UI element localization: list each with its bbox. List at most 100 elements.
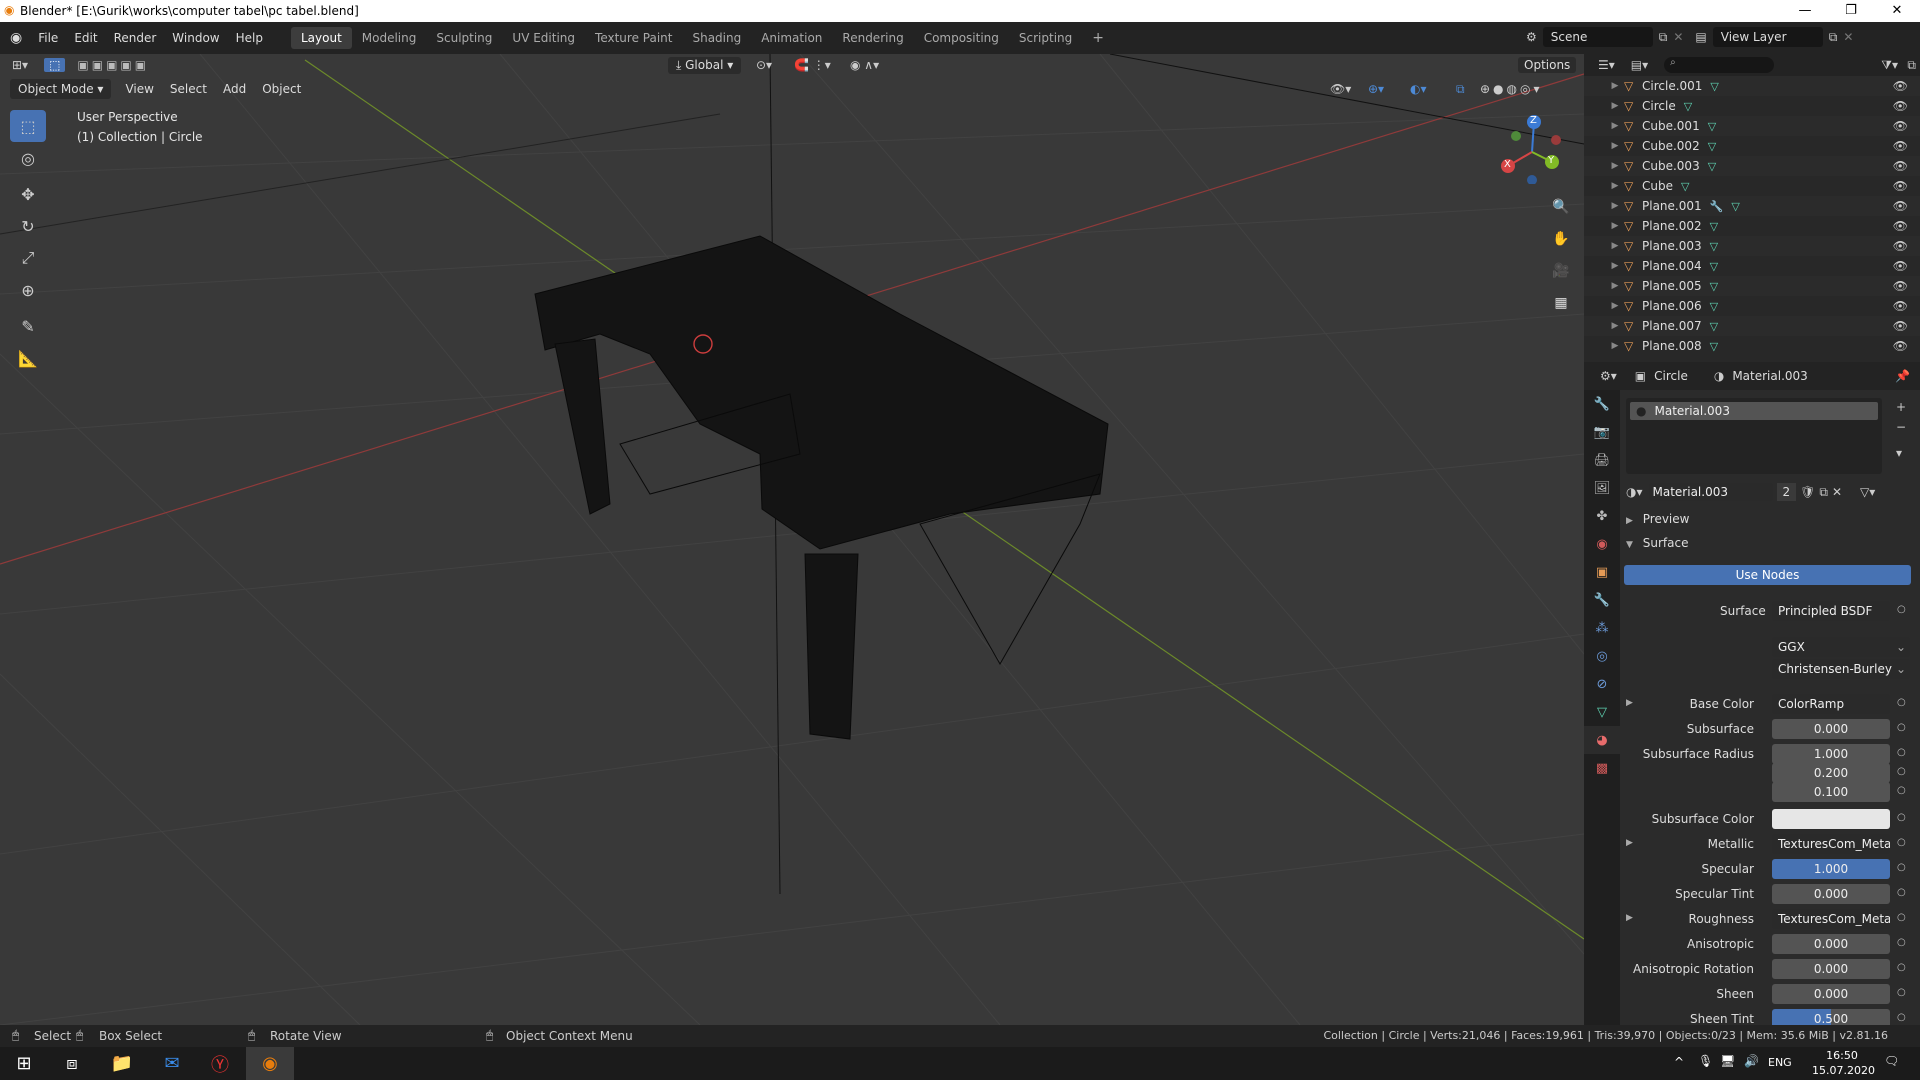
expand-icon[interactable]: ▶	[1606, 281, 1624, 291]
clock-date[interactable]: 15.07.2020	[1812, 1064, 1875, 1077]
menu-file[interactable]: File	[30, 31, 66, 45]
visibility-eye-icon[interactable]: 👁	[1893, 139, 1908, 153]
visibility-eye-icon[interactable]: 👁	[1893, 279, 1908, 293]
mesh-data-icon[interactable]: ▽	[1731, 200, 1739, 213]
input-link-dot[interactable]: ○	[1897, 812, 1906, 823]
mesh-data-icon[interactable]: ▽	[1710, 300, 1718, 313]
users-count[interactable]: 2	[1776, 483, 1797, 501]
scene-field[interactable]: Scene	[1542, 27, 1653, 47]
slot-specials-icon[interactable]: ▾	[1896, 446, 1902, 460]
outliner-item[interactable]: ▶ ▽ Plane.003 ▽ 👁	[1584, 236, 1920, 256]
remove-slot-icon[interactable]: −	[1896, 420, 1906, 434]
add-workspace-icon[interactable]: +	[1082, 26, 1114, 50]
duplicate-material-icon[interactable]: ⧉	[1819, 485, 1828, 500]
mail-icon[interactable]: ✉	[148, 1047, 196, 1080]
outliner-item-name[interactable]: Plane.005	[1642, 279, 1702, 293]
mesh-data-icon[interactable]: ▽	[1710, 320, 1718, 333]
outliner-item-name[interactable]: Circle	[1642, 99, 1676, 113]
menu-window[interactable]: Window	[164, 31, 227, 45]
mesh-data-icon[interactable]: ▽	[1708, 120, 1716, 133]
distribution-dropdown[interactable]: GGX ⌄	[1772, 637, 1910, 657]
input-link-dot[interactable]: ○	[1897, 837, 1906, 848]
fake-user-icon[interactable]: 🛡	[1800, 485, 1815, 499]
scale-tool-icon[interactable]: ⤢	[10, 242, 46, 274]
minimize-button[interactable]: —	[1782, 0, 1828, 22]
render-tab-icon[interactable]: 📷	[1584, 418, 1620, 446]
property-value-field[interactable]	[1772, 809, 1890, 829]
outliner-item-name[interactable]: Plane.003	[1642, 239, 1702, 253]
mesh-data-icon[interactable]: ▽	[1710, 220, 1718, 233]
overlays-icon[interactable]: ◐▾	[1410, 82, 1427, 96]
language-indicator[interactable]: ENG	[1768, 1056, 1792, 1069]
input-link-dot[interactable]: ○	[1897, 722, 1906, 733]
header-menu-object[interactable]: Object	[254, 80, 309, 98]
add-slot-icon[interactable]: +	[1896, 400, 1906, 414]
xray-icon[interactable]: ⧉	[1456, 82, 1465, 97]
input-link-dot[interactable]: ○	[1897, 937, 1906, 948]
move-tool-icon[interactable]: ✥	[10, 178, 46, 210]
tab-scripting[interactable]: Scripting	[1009, 27, 1082, 49]
expand-icon[interactable]: ▶	[1606, 341, 1624, 351]
outliner-item-name[interactable]: Plane.006	[1642, 299, 1702, 313]
tool-tab-icon[interactable]: 🔧	[1584, 390, 1620, 418]
outliner-item[interactable]: ▶ ▽ Cube ▽ 👁	[1584, 176, 1920, 196]
selection-mode-icons[interactable]: ▣▣▣▣▣	[77, 58, 149, 72]
options-dropdown[interactable]: Options	[1518, 57, 1577, 73]
material-slot-list[interactable]: ● Material.003	[1626, 398, 1882, 474]
zoom-icon[interactable]: 🔍	[1547, 193, 1575, 221]
close-button[interactable]: ✕	[1874, 0, 1920, 22]
visibility-icon[interactable]: 👁▾	[1330, 82, 1351, 96]
input-link-dot[interactable]: ○	[1897, 1012, 1906, 1023]
physics-tab-icon[interactable]: ◎	[1584, 642, 1620, 670]
microphone-icon[interactable]: 🎙	[1698, 1054, 1713, 1068]
scene-tab-icon[interactable]: ✤	[1584, 502, 1620, 530]
transform-orientation-dropdown[interactable]: ⤓ Global ▾	[668, 56, 742, 74]
pin-icon[interactable]: 📌	[1895, 369, 1910, 383]
network-icon[interactable]: 🖥	[1720, 1054, 1735, 1068]
visibility-eye-icon[interactable]: 👁	[1893, 339, 1908, 353]
input-expand-icon[interactable]: ▶	[1626, 913, 1633, 923]
input-link-dot[interactable]: ○	[1897, 785, 1906, 796]
input-link-dot[interactable]: ○	[1897, 887, 1906, 898]
expand-icon[interactable]: ▶	[1606, 201, 1624, 211]
cursor-tool-icon[interactable]: ◎	[10, 142, 46, 174]
outliner-item[interactable]: ▶ ▽ Plane.008 ▽ 👁	[1584, 336, 1920, 356]
mesh-data-icon[interactable]: ▽	[1710, 340, 1718, 353]
tab-shading[interactable]: Shading	[682, 27, 751, 49]
input-link-dot[interactable]: ○	[1897, 962, 1906, 973]
navigation-gizmo[interactable]: Z X Y	[1496, 114, 1566, 185]
outliner-item-name[interactable]: Cube	[1642, 179, 1673, 193]
measure-tool-icon[interactable]: 📐	[10, 342, 46, 374]
outliner-item-name[interactable]: Cube.001	[1642, 119, 1700, 133]
outliner-item-name[interactable]: Plane.008	[1642, 339, 1702, 353]
transform-tool-icon[interactable]: ⊕	[10, 274, 46, 306]
tab-animation[interactable]: Animation	[751, 27, 832, 49]
tab-layout[interactable]: Layout	[290, 27, 352, 49]
subsurface-method-dropdown[interactable]: Christensen-Burley ⌄	[1772, 659, 1910, 679]
expand-icon[interactable]: ▶	[1606, 241, 1624, 251]
property-value-field[interactable]: 1.000	[1772, 744, 1890, 764]
input-expand-icon[interactable]: ▶	[1626, 698, 1633, 708]
ortho-grid-icon[interactable]: ▦	[1547, 289, 1575, 317]
property-value-field[interactable]: 0.000	[1772, 984, 1890, 1004]
outliner-item[interactable]: ▶ ▽ Plane.007 ▽ 👁	[1584, 316, 1920, 336]
data-tab-icon[interactable]: ▽	[1584, 698, 1620, 726]
editor-type-icon[interactable]: ⊞▾	[12, 58, 28, 72]
expand-icon[interactable]: ▶	[1606, 121, 1624, 131]
outliner-item-name[interactable]: Cube.003	[1642, 159, 1700, 173]
header-menu-add[interactable]: Add	[215, 80, 254, 98]
object-mode-dropdown[interactable]: Object Mode ▾	[10, 79, 112, 99]
property-value-field[interactable]: 0.100	[1772, 782, 1890, 802]
modifier-tab-icon[interactable]: 🔧	[1584, 586, 1620, 614]
property-value-field[interactable]: 0.200	[1772, 763, 1890, 783]
expand-icon[interactable]: ▶	[1606, 161, 1624, 171]
menu-help[interactable]: Help	[228, 31, 271, 45]
surface-shader-dropdown[interactable]: Principled BSDF	[1772, 601, 1890, 621]
blender-taskbar-icon[interactable]: ◉	[246, 1047, 294, 1080]
tray-chevron-icon[interactable]: ^	[1674, 1055, 1684, 1069]
outliner-item[interactable]: ▶ ▽ Cube.002 ▽ 👁	[1584, 136, 1920, 156]
link-mode-icon[interactable]: ▽▾	[1860, 485, 1875, 499]
clock-time[interactable]: 16:50	[1816, 1049, 1868, 1062]
property-value-field[interactable]: ColorRamp	[1772, 694, 1890, 714]
header-menu-select[interactable]: Select	[162, 80, 215, 98]
